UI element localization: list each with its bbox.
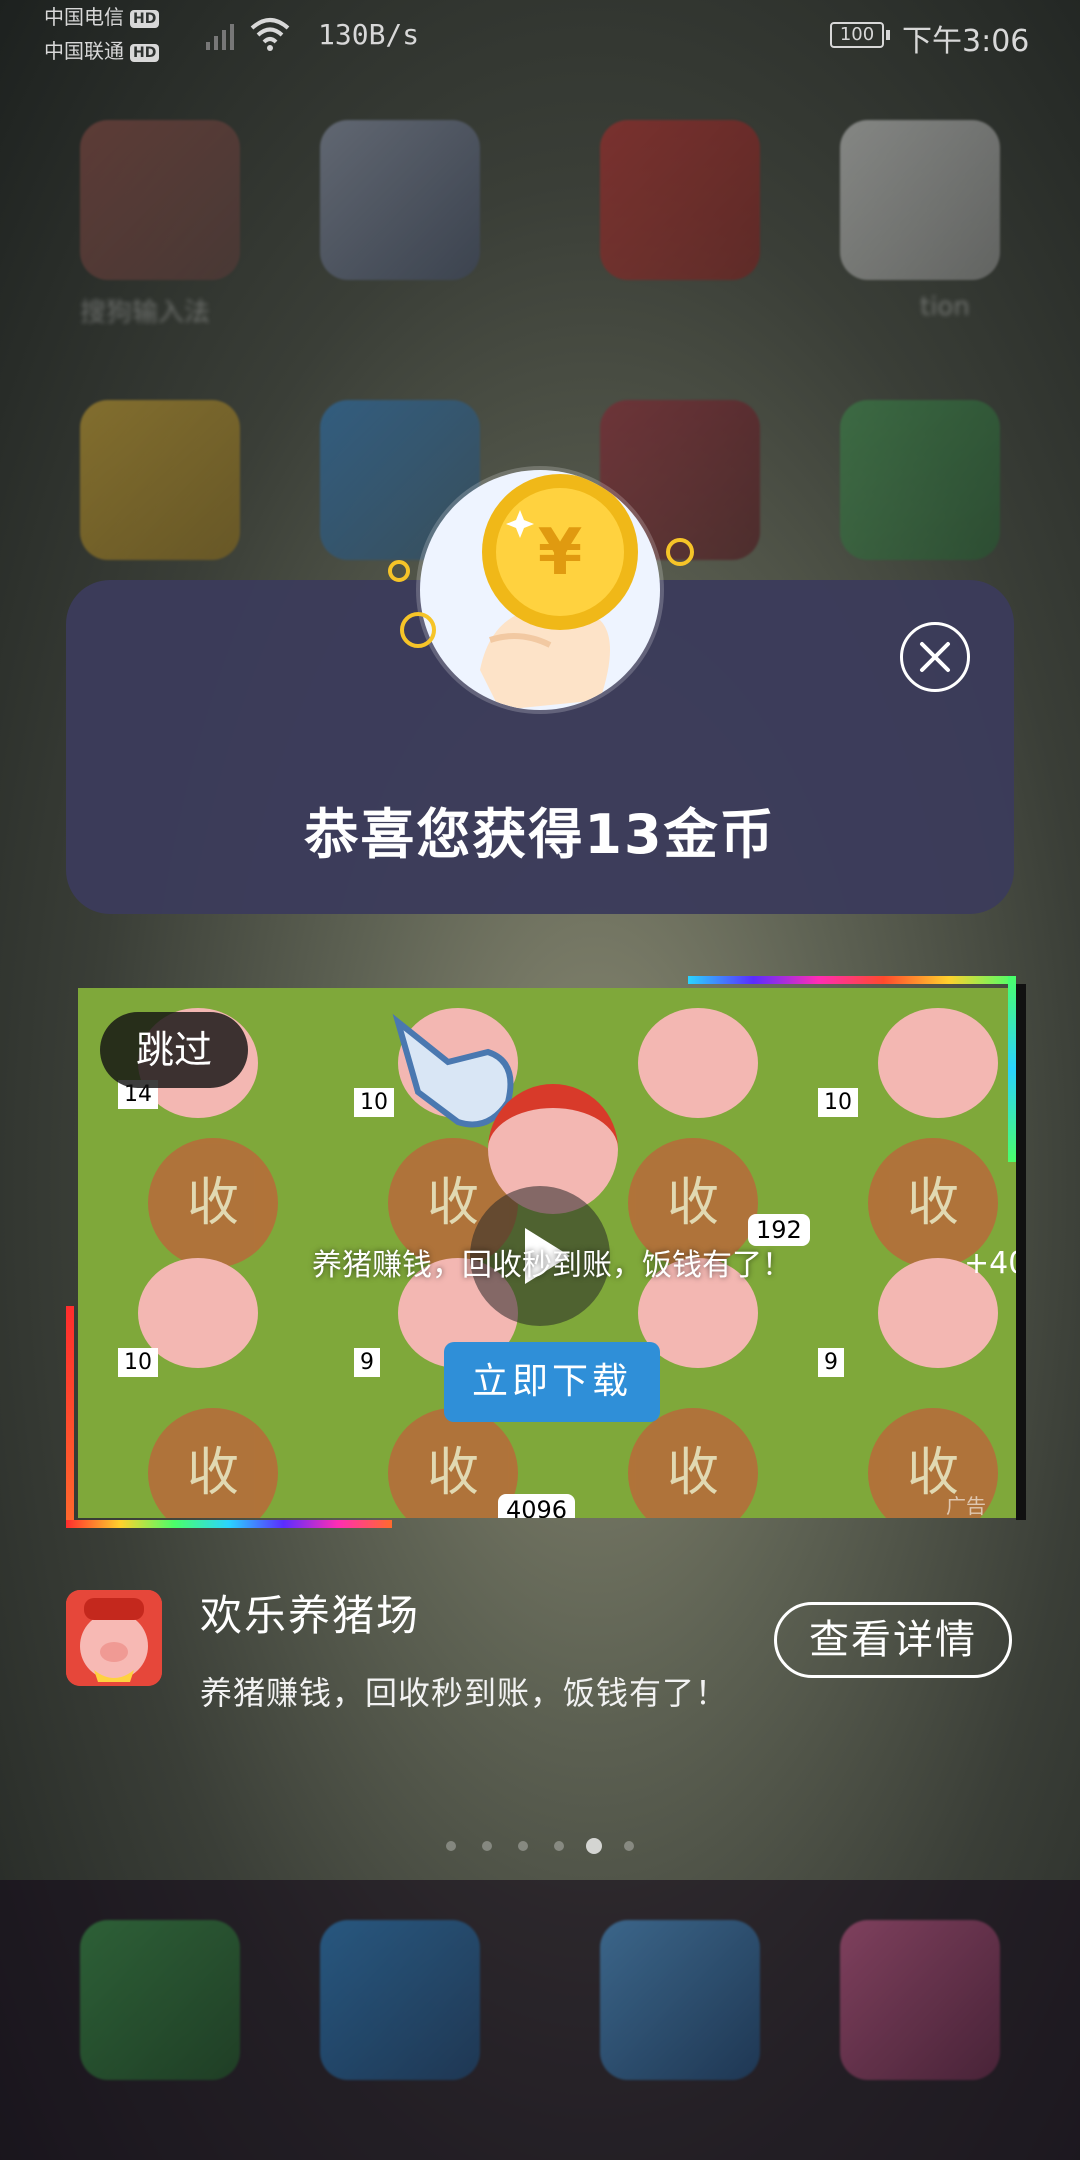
pig-app-icon: [66, 1590, 162, 1686]
download-button[interactable]: 立即下载: [444, 1342, 660, 1422]
blurred-app-icon[interactable]: [320, 120, 480, 280]
page-dot[interactable]: [482, 1841, 492, 1851]
blurred-app-icon[interactable]: [80, 120, 240, 280]
coin-illustration: ¥: [420, 470, 660, 710]
carrier-2-label: 中国联通: [44, 39, 124, 63]
svg-text:¥: ¥: [538, 516, 583, 590]
view-details-button[interactable]: 查看详情: [774, 1602, 1012, 1678]
blurred-app-icon[interactable]: [840, 120, 1000, 280]
page-indicator: [446, 1836, 636, 1856]
coin-sparkle: [666, 538, 694, 566]
pig-number: 10: [118, 1348, 158, 1377]
pig-number: 9: [818, 1348, 844, 1377]
pig-illustration: [878, 1008, 998, 1118]
blurred-app-label: tion: [920, 292, 970, 322]
yen-coin-icon: ¥: [480, 474, 638, 710]
page-dot[interactable]: [554, 1841, 564, 1851]
network-speed: 130B/s: [318, 18, 420, 51]
app-icon[interactable]: [66, 1590, 162, 1686]
page-dot[interactable]: [518, 1841, 528, 1851]
blurred-app-icon[interactable]: [840, 400, 1000, 560]
pig-illustration: [638, 1008, 758, 1118]
page-dot[interactable]: [624, 1841, 634, 1851]
collect-coin: 收: [148, 1408, 278, 1518]
blurred-dock-icon[interactable]: [80, 1920, 240, 2080]
ad-tagline: 养猪赚钱，回收秒到账，饭钱有了！: [312, 1248, 792, 1283]
blurred-dock-icon[interactable]: [840, 1920, 1000, 2080]
close-button[interactable]: [900, 622, 970, 692]
collect-coin: 收: [628, 1408, 758, 1518]
hd-badge: HD: [130, 9, 160, 28]
clock: 下午3:06: [902, 24, 1030, 59]
carrier-2: 中国联通 HD: [44, 39, 160, 63]
score-badge: 4096: [498, 1494, 576, 1518]
blurred-app-icon[interactable]: [80, 400, 240, 560]
status-bar: 中国电信 HD 中国联通 HD 130B/s 100 下午3:06: [0, 0, 1080, 70]
ad-border: [66, 1306, 74, 1528]
pig-number: 10: [818, 1088, 858, 1117]
page-dot-active[interactable]: [586, 1838, 602, 1854]
reward-message: 恭喜您获得13金币: [304, 803, 776, 866]
ad-label: 广告: [946, 1494, 986, 1518]
blurred-app-icon[interactable]: [600, 120, 760, 280]
blurred-dock-icon[interactable]: [320, 1920, 480, 2080]
hd-badge-2: HD: [130, 43, 160, 62]
wifi-icon: [250, 18, 290, 51]
battery-icon: 100: [830, 22, 884, 48]
ad-border: [66, 1520, 392, 1528]
page-dot[interactable]: [446, 1841, 456, 1851]
ad-border: [1008, 976, 1016, 1162]
blurred-app-label: 搜狗输入法: [80, 298, 211, 328]
app-description: 养猪赚钱，回收秒到账，饭钱有了！: [200, 1674, 729, 1712]
coin-sparkle: [400, 612, 436, 648]
carrier-1: 中国电信 HD: [44, 5, 160, 29]
battery-tip: [886, 30, 890, 40]
dock: [0, 1880, 1080, 2160]
app-name: 欢乐养猪场: [200, 1591, 421, 1640]
signal-icon: [206, 24, 234, 50]
pig-number: 9: [354, 1348, 380, 1377]
ad-border: [688, 976, 1014, 984]
coin-sparkle: [388, 560, 410, 582]
close-icon: [920, 642, 950, 672]
blurred-dock-icon[interactable]: [600, 1920, 760, 2080]
carrier-1-label: 中国电信: [44, 5, 124, 29]
skip-button[interactable]: 跳过: [100, 1012, 248, 1088]
